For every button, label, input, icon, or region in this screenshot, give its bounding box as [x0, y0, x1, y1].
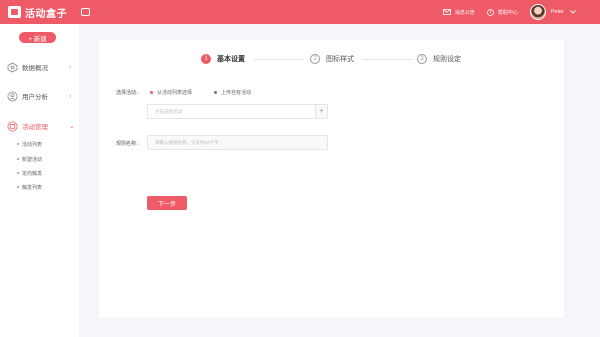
bullet-icon — [17, 143, 19, 145]
sidebar-item-label: 数据概况 — [22, 65, 48, 72]
chevron-left-icon: ‹ — [69, 92, 72, 100]
radio-from-activity-list[interactable]: 从活动列表选择 — [150, 89, 192, 96]
mail-icon — [442, 9, 451, 15]
step-number: 1 — [201, 54, 211, 64]
add-activity-button[interactable]: + — [315, 105, 327, 118]
main-panel: 1 基本设置 2 图标样式 3 规则设定 — [99, 40, 564, 318]
step-basic-settings[interactable]: 1 基本设置 — [201, 53, 245, 65]
sidebar-item-data-overview[interactable]: 数据概况 ‹ — [0, 57, 79, 77]
chevron-down-icon[interactable] — [570, 10, 576, 14]
select-activity-label: 选择活动： — [116, 90, 142, 96]
sidebar-subitem-trigger-list[interactable]: 触发列表 — [0, 181, 79, 193]
subitem-label: 活动列表 — [22, 141, 43, 148]
rule-name-placeholder: 请输入规则名称，只支持10个字 — [155, 139, 219, 145]
subitem-label: 定向触发 — [22, 170, 43, 177]
radio-upload-own-activity[interactable]: 上传自有活动 — [214, 89, 251, 96]
sidebar-subitem-targeted-trigger[interactable]: 定向触发 — [0, 167, 79, 179]
radio-label: 从活动列表选择 — [157, 90, 193, 96]
sidebar-item-label: 活动管理 — [22, 124, 48, 131]
app-box-icon[interactable] — [81, 8, 90, 16]
sidebar-subitem-activity-list[interactable]: 活动列表 — [0, 138, 79, 150]
radio-selected-icon — [150, 91, 153, 94]
subitem-label: 触发列表 — [22, 184, 43, 191]
help-link[interactable]: ? 帮助中心 — [486, 8, 518, 16]
messages-label: 消息公告 — [454, 9, 475, 16]
avatar[interactable] — [529, 4, 546, 20]
help-label: 帮助中心 — [497, 9, 518, 16]
sidebar-subitem-new-activity[interactable]: 新建活动 — [0, 153, 79, 165]
header-actions: 消息公告 ? 帮助中心 Peter — [431, 0, 580, 24]
add-activity-field[interactable]: 点击添加活动 + — [147, 104, 328, 119]
top-bar: 活动盒子 消息公告 ? 帮助中心 Peter — [0, 0, 600, 24]
step-divider — [254, 59, 304, 60]
step-icon-style[interactable]: 2 图标样式 — [310, 53, 354, 65]
sidebar-item-activity-management[interactable]: 活动管理 ⌄ — [0, 116, 79, 136]
bullet-icon — [17, 172, 19, 174]
user-name: Peter — [550, 9, 564, 15]
step-rule-settings[interactable]: 3 规则设定 — [417, 53, 461, 65]
subitem-label: 新建活动 — [22, 156, 43, 163]
sidebar-item-user-analysis[interactable]: 用户分析 ‹ — [0, 86, 79, 106]
step-label: 基本设置 — [217, 56, 245, 63]
chevron-left-icon: ‹ — [69, 63, 72, 71]
add-activity-placeholder: 点击添加活动 — [155, 108, 182, 114]
bullet-icon — [17, 158, 19, 160]
logo-text: 活动盒子 — [25, 8, 67, 20]
chart-icon — [7, 62, 18, 72]
step-number: 3 — [417, 54, 427, 64]
logo-icon — [8, 6, 21, 18]
activity-icon — [7, 121, 18, 131]
step-number: 2 — [310, 54, 320, 64]
user-icon — [7, 91, 18, 101]
next-step-button[interactable]: 下一步 — [147, 196, 187, 210]
step-label: 图标样式 — [326, 56, 354, 63]
rule-name-label: 规则名称： — [116, 141, 142, 147]
radio-unselected-icon — [214, 91, 217, 94]
sidebar: + 新建 数据概况 ‹ 用户分析 ‹ 活动管理 ⌄ 活动列表 新建活动 定向触发… — [0, 24, 79, 337]
messages-link[interactable]: 消息公告 — [442, 9, 475, 16]
step-divider — [362, 59, 412, 60]
new-button[interactable]: + 新建 — [19, 32, 56, 43]
radio-label: 上传自有活动 — [221, 90, 252, 96]
user-menu[interactable]: Peter — [529, 4, 580, 20]
chevron-down-icon: ⌄ — [69, 123, 75, 130]
step-indicator: 1 基本设置 2 图标样式 3 规则设定 — [99, 53, 564, 65]
bullet-icon — [17, 186, 19, 188]
logo[interactable]: 活动盒子 — [8, 0, 67, 24]
sidebar-item-label: 用户分析 — [22, 94, 48, 101]
help-icon: ? — [486, 8, 494, 16]
rule-name-input[interactable]: 请输入规则名称，只支持10个字 — [147, 135, 328, 150]
step-label: 规则设定 — [433, 56, 461, 63]
